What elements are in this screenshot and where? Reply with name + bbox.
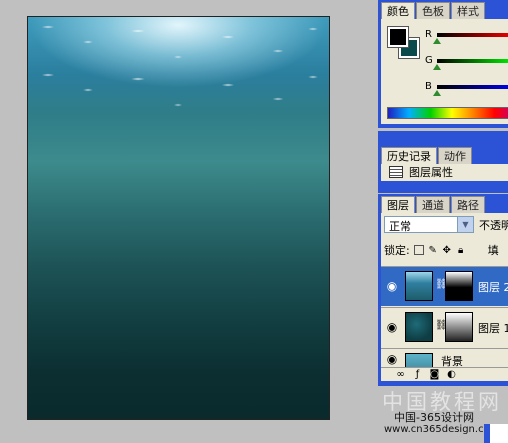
blue-slider-label: B	[425, 81, 432, 92]
layer-mask-thumbnail[interactable]	[445, 271, 473, 301]
tab-actions[interactable]: 动作	[438, 147, 472, 164]
blue-slider-thumb[interactable]	[433, 90, 441, 96]
layer-row-layer-1[interactable]: ◉ ⛓ 图层 1	[381, 307, 508, 347]
visibility-eye-icon[interactable]: ◉	[385, 320, 399, 334]
history-panel: 历史记录 动作 图层属性	[378, 131, 508, 193]
layer-thumbnail	[405, 271, 433, 301]
layers-toolbar: ∞ ƒ ◙ ◐	[381, 367, 508, 381]
corner-fragment	[484, 424, 508, 443]
layer-thumbnail	[405, 312, 433, 342]
green-slider-label: G	[425, 55, 433, 66]
tab-color[interactable]: 颜色	[381, 2, 415, 19]
fill-label: 填	[487, 244, 499, 257]
layer-name[interactable]: 背景	[441, 353, 463, 368]
lock-row: 锁定: ✎ ✥ 🔒︎ 填	[384, 242, 499, 258]
history-state-icon	[389, 165, 403, 178]
water-surface-highlights	[28, 17, 329, 107]
lock-label: 锁定:	[384, 244, 410, 257]
layers-panel-body: 正常 ▼ 不透明 锁定: ✎ ✥ 🔒︎ 填 ◉ ⛓ 图层 2 ◉ ⛓ 图层 1	[381, 213, 508, 381]
color-panel-body: R G B	[381, 19, 508, 124]
layer-row-layer-2[interactable]: ◉ ⛓ 图层 2	[381, 266, 508, 306]
layer-thumbnail	[405, 353, 433, 368]
layer-name[interactable]: 图层 2	[478, 279, 508, 295]
history-item[interactable]: 图层属性	[389, 164, 453, 179]
layers-panel: 图层 通道 路径 正常 ▼ 不透明 锁定: ✎ ✥ 🔒︎ 填 ◉ ⛓ 图层 2 …	[378, 194, 508, 386]
history-panel-tabs: 历史记录 动作	[381, 147, 473, 164]
tab-layers[interactable]: 图层	[381, 196, 415, 213]
opacity-label: 不透明	[479, 219, 508, 232]
layer-row-background[interactable]: ◉ 背景	[381, 348, 508, 368]
adjustment-layer-icon[interactable]: ◐	[446, 369, 457, 380]
blue-slider[interactable]: B	[425, 81, 508, 96]
layers-panel-tabs: 图层 通道 路径	[381, 196, 508, 213]
document-canvas[interactable]	[27, 16, 330, 420]
add-mask-icon[interactable]: ◙	[429, 369, 440, 380]
lock-all-icon[interactable]: 🔒︎	[456, 245, 466, 256]
foreground-color-swatch[interactable]	[387, 26, 409, 48]
color-panel-tabs: 颜色 色板 样式	[381, 2, 508, 19]
green-slider[interactable]: G	[425, 55, 508, 70]
watermark-url: www.cn365design.com	[384, 424, 500, 435]
visibility-eye-icon[interactable]: ◉	[385, 352, 399, 366]
link-layers-icon[interactable]: ∞	[395, 369, 406, 380]
history-item-label: 图层属性	[409, 165, 453, 179]
red-slider-thumb[interactable]	[433, 38, 441, 44]
layer-name[interactable]: 图层 1	[478, 320, 508, 336]
layer-mask-thumbnail[interactable]	[445, 312, 473, 342]
red-slider-label: R	[425, 29, 432, 40]
lock-image-brush-icon[interactable]: ✎	[428, 245, 438, 256]
blend-mode-select[interactable]: 正常 ▼	[384, 216, 474, 233]
tab-paths[interactable]: 路径	[451, 196, 485, 213]
tab-history[interactable]: 历史记录	[381, 147, 437, 164]
color-spectrum-ramp[interactable]	[387, 107, 508, 119]
green-slider-thumb[interactable]	[433, 64, 441, 70]
chevron-down-icon[interactable]: ▼	[457, 217, 473, 232]
lock-transparency-icon[interactable]	[413, 245, 424, 255]
layer-style-icon[interactable]: ƒ	[412, 369, 423, 380]
visibility-eye-icon[interactable]: ◉	[385, 279, 399, 293]
green-slider-track[interactable]	[437, 59, 508, 63]
history-panel-body: 图层属性	[381, 164, 508, 181]
tab-styles[interactable]: 样式	[451, 2, 485, 19]
tab-channels[interactable]: 通道	[416, 196, 450, 213]
red-slider-track[interactable]	[437, 33, 508, 37]
color-panel: 颜色 色板 样式 R G B	[378, 0, 508, 128]
tab-swatches[interactable]: 色板	[416, 2, 450, 19]
lock-position-move-icon[interactable]: ✥	[442, 245, 452, 256]
blue-slider-track[interactable]	[437, 85, 508, 89]
blend-mode-value: 正常	[389, 220, 411, 233]
watermark-subtitle: 中国-365设计网	[394, 411, 474, 424]
red-slider[interactable]: R	[425, 29, 508, 44]
